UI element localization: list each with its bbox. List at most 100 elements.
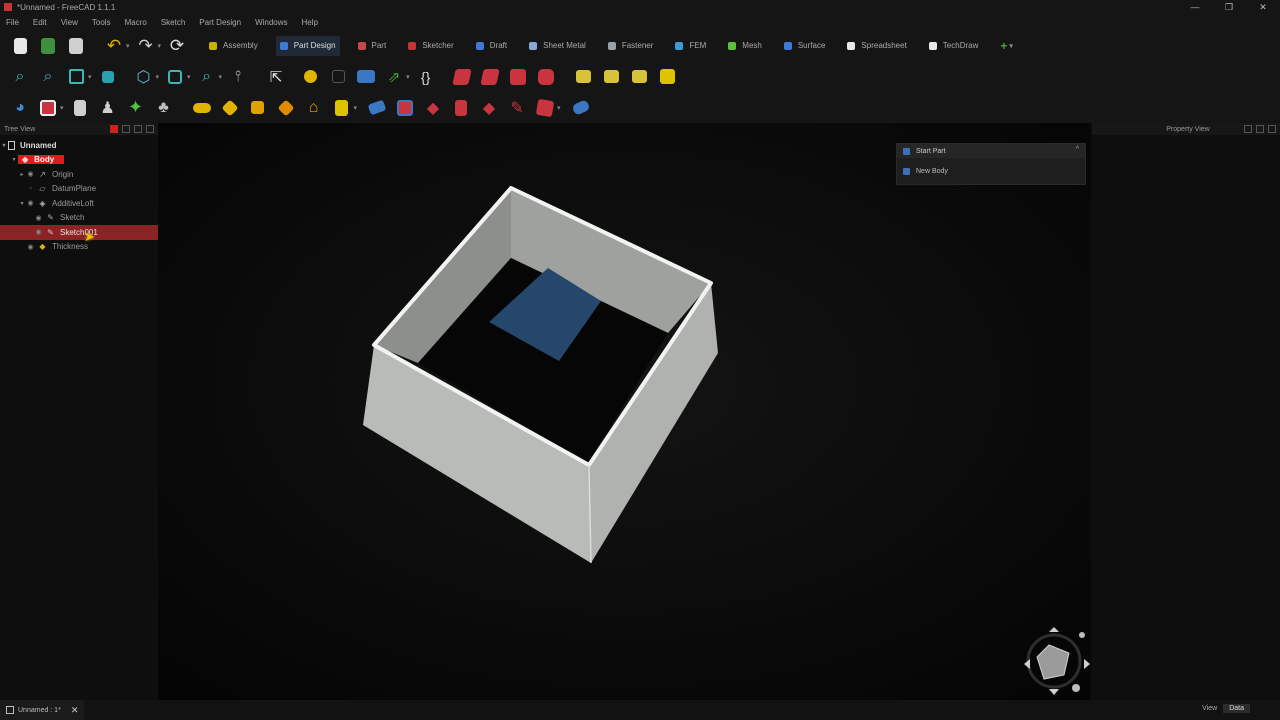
create-sketch-icon[interactable] <box>479 67 500 87</box>
clone-icon[interactable] <box>70 98 90 118</box>
sub-shape-binder-dropdown-icon[interactable]: ▾ <box>60 104 64 112</box>
collapse-arrow-icon[interactable]: ▾ <box>10 156 18 163</box>
tree-panel-restore-icon[interactable] <box>134 125 142 133</box>
menu-help[interactable]: Help <box>302 18 318 27</box>
workbench-part[interactable]: Part <box>354 36 391 56</box>
tree-panel-filter-icon[interactable] <box>110 125 118 133</box>
collapse-arrow-icon[interactable]: ▾ <box>18 200 26 207</box>
draft-feature-dropdown-icon[interactable]: ▾ <box>557 104 561 112</box>
mirrored-icon[interactable] <box>570 98 591 118</box>
tree-item-additive-loft[interactable]: ▾ ◉ ◈ AdditiveLoft <box>0 196 158 211</box>
measure-dropdown-icon[interactable]: ▾ <box>219 73 223 81</box>
draw-style-dropdown-icon[interactable]: ▾ <box>88 73 92 81</box>
maximize-button[interactable]: ❐ <box>1212 0 1246 14</box>
collapse-arrow-icon[interactable]: ▾ <box>0 142 8 149</box>
subtractive-box-icon[interactable] <box>451 98 471 118</box>
3d-viewport[interactable] <box>158 123 1090 700</box>
sub-shape-binder-icon[interactable] <box>38 98 58 118</box>
add-workbench-button[interactable]: + ▾ <box>996 36 1023 56</box>
close-window-button[interactable]: ✕ <box>1246 0 1280 14</box>
nav-rotate-icon[interactable] <box>1079 632 1085 638</box>
standard-views-icon[interactable]: ⬡ <box>134 67 154 87</box>
menu-part-design[interactable]: Part Design <box>199 18 241 27</box>
datum-point-icon[interactable] <box>574 67 594 87</box>
measure-icon[interactable]: ⌕ <box>197 67 217 87</box>
close-tab-icon[interactable]: ✕ <box>71 705 79 716</box>
save-document-icon[interactable] <box>66 36 86 56</box>
visibility-eye-icon[interactable]: ◉ <box>26 199 35 207</box>
visibility-eye-icon[interactable]: ◉ <box>26 243 35 251</box>
subtractive-pipe-icon[interactable] <box>395 98 415 118</box>
minimize-button[interactable]: — <box>1178 0 1212 14</box>
menu-view[interactable]: View <box>61 18 78 27</box>
task-panel-header[interactable]: Start Part ^ <box>897 144 1085 158</box>
subtractive-helix-icon[interactable]: ◆ <box>423 98 443 118</box>
revolution-icon[interactable]: ✦ <box>126 97 146 118</box>
viewport-canvas[interactable] <box>158 123 1090 700</box>
additive-helix-icon[interactable] <box>220 98 240 118</box>
data-tab[interactable]: Data <box>1223 704 1250 713</box>
menu-windows[interactable]: Windows <box>255 18 287 27</box>
menu-tools[interactable]: Tools <box>92 18 111 27</box>
document-tab[interactable]: Unnamed : 1* ✕ <box>0 700 85 720</box>
pad-icon[interactable]: ♟ <box>98 98 118 118</box>
additive-pipe-icon[interactable] <box>192 98 212 118</box>
new-body-task[interactable]: New Body <box>897 158 1085 184</box>
tree-item-sketch[interactable]: ◉ ✎ Sketch <box>0 211 158 226</box>
standard-views-dropdown-icon[interactable]: ▾ <box>156 73 160 81</box>
whats-this-icon[interactable]: ⇱ <box>266 67 286 87</box>
fit-selection-icon[interactable]: ⌕ <box>38 67 58 87</box>
redo-dropdown-icon[interactable]: ▾ <box>158 42 162 50</box>
clipping-plane-icon[interactable]: ⫯ <box>228 67 248 87</box>
create-body-icon[interactable] <box>451 67 472 87</box>
workbench-assembly[interactable]: Assembly <box>205 36 262 56</box>
workbench-draft[interactable]: Draft <box>472 36 511 56</box>
groove-dropdown-icon[interactable]: ▾ <box>354 104 358 112</box>
fillet-icon[interactable]: ◆ <box>479 98 499 118</box>
property-panel-restore-icon[interactable] <box>1256 125 1264 133</box>
hole-icon[interactable]: ⌂ <box>304 98 324 118</box>
validate-sketch-icon[interactable] <box>508 67 528 87</box>
chamfer-icon[interactable]: ✎ <box>507 98 527 118</box>
new-group-dropdown-icon[interactable]: ▾ <box>406 73 410 81</box>
workbench-spreadsheet[interactable]: Spreadsheet <box>843 36 910 56</box>
refresh-icon[interactable]: ⟳ <box>167 36 187 56</box>
new-document-icon[interactable] <box>10 36 30 56</box>
workbench-techdraw[interactable]: TechDraw <box>925 36 983 56</box>
workbench-mesh[interactable]: Mesh <box>724 36 766 56</box>
check-geometry-icon[interactable] <box>536 67 556 87</box>
redo-icon[interactable]: ↷ <box>136 36 156 56</box>
workbench-fastener[interactable]: Fastener <box>604 36 658 56</box>
new-group-icon[interactable]: ⇗ <box>384 67 404 87</box>
undo-dropdown-icon[interactable]: ▾ <box>126 42 130 50</box>
visibility-eye-icon[interactable]: ◉ <box>26 170 35 178</box>
menu-macro[interactable]: Macro <box>125 18 147 27</box>
property-panel-float-icon[interactable] <box>1244 125 1252 133</box>
tree-panel-close-icon[interactable] <box>146 125 154 133</box>
pocket-icon[interactable] <box>276 98 296 118</box>
workbench-sketcher[interactable]: Sketcher <box>404 36 458 56</box>
datum-plane-tool-icon[interactable] <box>630 67 650 87</box>
collapse-chevron-icon[interactable]: ^ <box>1076 146 1079 153</box>
shape-binder-icon[interactable]: ◕ <box>10 98 30 118</box>
subtractive-loft-icon[interactable] <box>367 98 387 118</box>
visibility-eye-icon[interactable]: ◉ <box>34 214 43 222</box>
visibility-eye-icon[interactable]: ◦ <box>26 185 35 192</box>
macro-stop-icon[interactable] <box>328 67 348 87</box>
additive-box-icon[interactable] <box>248 98 268 118</box>
tree-item-thickness[interactable]: ◉ ◆ Thickness <box>0 240 158 255</box>
local-coordinate-system-icon[interactable] <box>658 67 678 87</box>
view-tab[interactable]: View <box>1196 704 1223 713</box>
tree-item-sketch001[interactable]: ◉ ✎ Sketch001 <box>0 225 158 240</box>
groove-icon[interactable] <box>332 98 352 118</box>
draft-feature-icon[interactable] <box>535 98 555 118</box>
tree-item-datum-plane[interactable]: ◦ ▱ DatumPlane <box>0 182 158 197</box>
draw-style-icon[interactable] <box>66 67 86 87</box>
visibility-eye-icon[interactable]: ◉ <box>34 228 43 236</box>
expression-icon[interactable]: {} <box>416 67 436 87</box>
tree-panel-float-icon[interactable] <box>122 125 130 133</box>
open-document-icon[interactable] <box>38 36 58 56</box>
loft-tool-icon[interactable]: ♣ <box>154 98 174 118</box>
macro-record-icon[interactable] <box>300 67 320 87</box>
expand-arrow-icon[interactable]: ▸ <box>18 171 26 178</box>
